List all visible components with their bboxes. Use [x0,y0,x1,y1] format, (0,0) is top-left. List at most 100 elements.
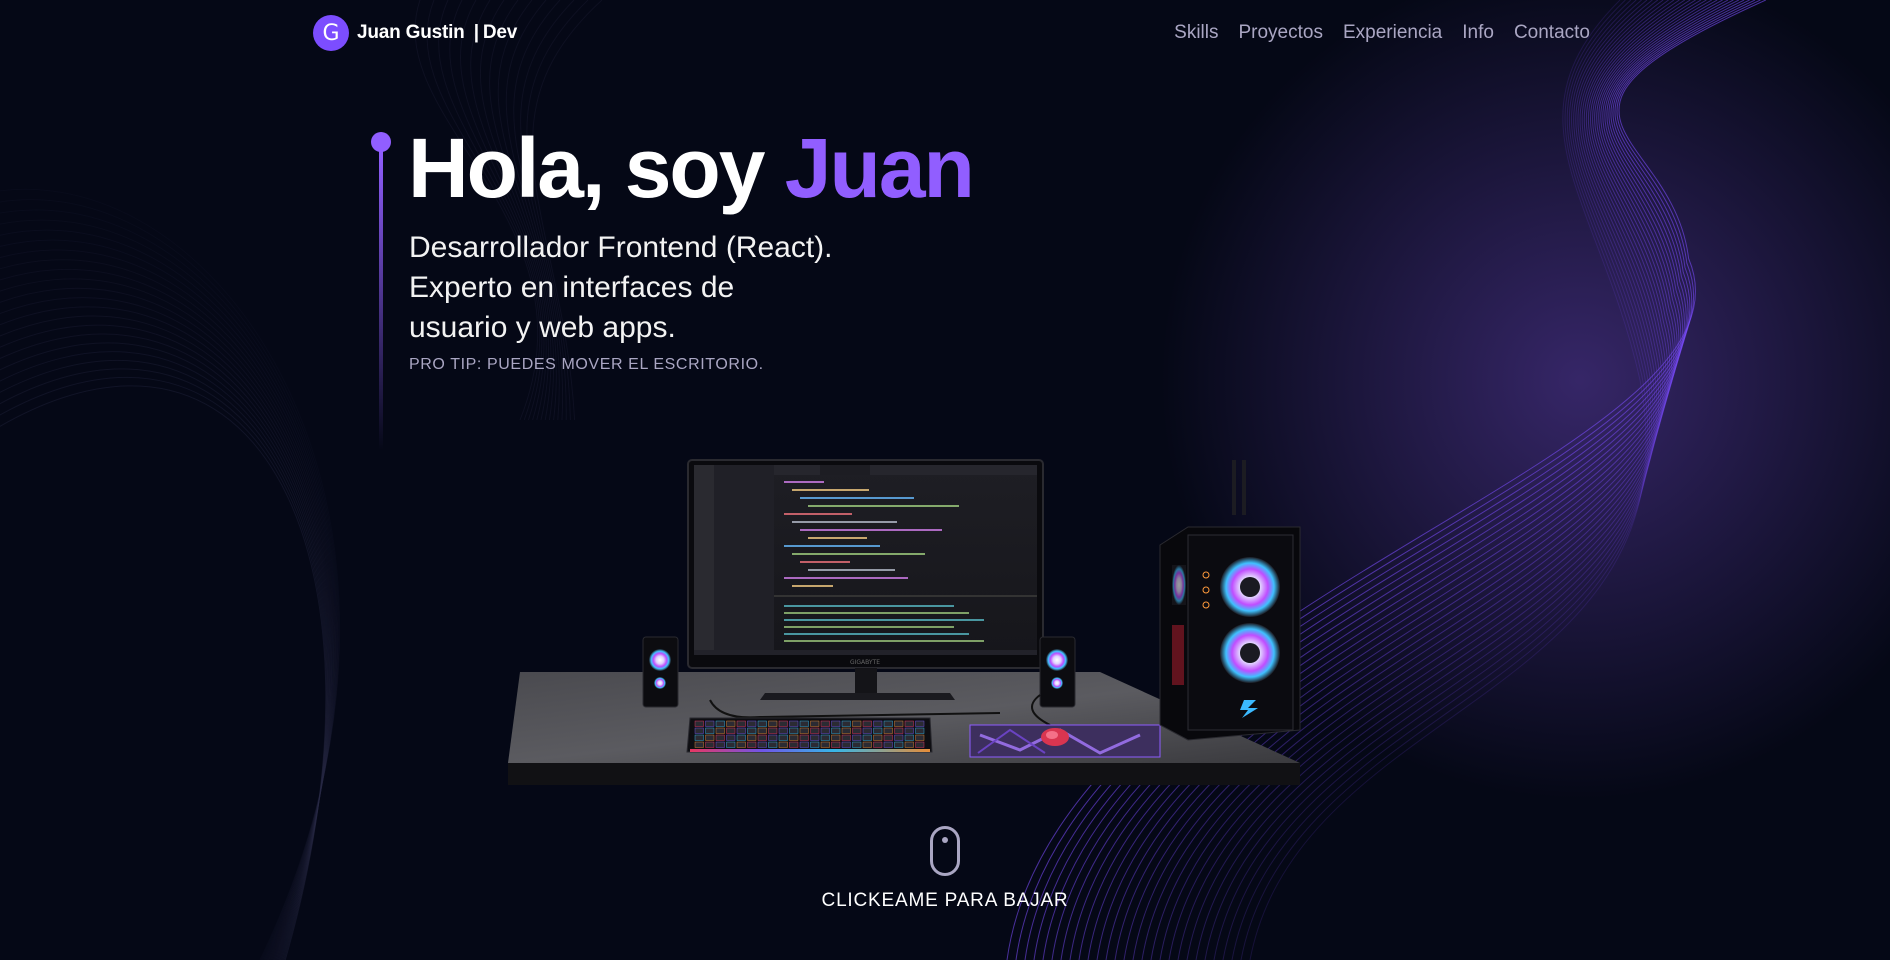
keyboard-key [820,727,830,734]
keyboard-key [810,741,820,748]
desk-3d-scene[interactable]: GIGABYTE [500,455,1420,815]
nav-link-contacto[interactable]: Contacto [1514,22,1590,44]
code-line [808,537,867,539]
nav-links: Skills Proyectos Experiencia Info Contac… [1174,22,1590,44]
terminal-line [784,633,969,635]
keyboard-key [894,720,904,727]
keyboard-key [778,727,788,734]
keyboard [686,717,933,753]
terminal-line [784,605,954,607]
keyboard-key [789,727,799,734]
brand-link[interactable]: G Juan Gustin | Dev [313,15,517,51]
keyboard-key [873,734,883,741]
keyboard-key [747,720,757,727]
code-line [792,521,897,523]
keyboard-key [757,727,767,734]
keyboard-key [841,727,851,734]
hero-subtitle: Desarrollador Frontend (React). Experto … [409,228,969,348]
nav-link-skills[interactable]: Skills [1174,22,1218,44]
keyboard-key [757,734,767,741]
keyboard-key [705,720,715,727]
keyboard-key [852,741,862,748]
code-line [800,529,942,531]
code-line [792,585,833,587]
nav-link-experiencia[interactable]: Experiencia [1343,22,1442,44]
nav-link-proyectos[interactable]: Proyectos [1238,22,1322,44]
keyboard-key [820,720,830,727]
keyboard-key [862,720,872,727]
keyboard-key [862,727,872,734]
code-line [808,505,959,507]
keyboard-key [768,734,778,741]
code-line [784,481,824,483]
keyboard-key [831,727,841,734]
keyboard-key [810,727,820,734]
mouse-wheel-dot [942,837,948,843]
scroll-down-cta[interactable]: CLICKEAME PARA BAJAR [0,826,1890,912]
right-speaker [1039,636,1076,708]
keyboard-key [736,720,746,727]
portfolio-page: G Juan Gustin | Dev Skills Proyectos Expe… [0,0,1890,960]
code-line [808,569,895,571]
pc-tower [1159,460,1301,741]
keyboard-key [894,727,904,734]
keyboard-key [904,734,914,741]
keyboard-key [736,727,746,734]
keyboard-key [831,741,841,748]
keyboard-key [768,720,778,727]
keyboard-key [705,741,715,748]
keyboard-key [799,734,809,741]
code-line [784,545,880,547]
mouse-scroll-icon[interactable] [930,826,960,876]
keyboard-key [799,720,809,727]
keyboard-key [789,741,799,748]
terminal-line [784,612,969,614]
keyboard-key [862,741,872,748]
keyboard-key [831,734,841,741]
keyboard-key [778,720,788,727]
keyboard-key [862,734,872,741]
keyboard-key [736,734,746,741]
hero-pro-tip: PRO TIP: PUEDES MOVER EL ESCRITORIO. [409,356,764,373]
code-line [800,561,850,563]
keyboard-key [789,720,799,727]
keyboard-key [789,734,799,741]
keyboard-key [736,741,746,748]
code-line [792,489,869,491]
keyboard-key [778,741,788,748]
keyboard-key [904,720,914,727]
hero-title: Hola, soy Juan [408,122,975,214]
keyboard-key [841,741,851,748]
hero-subtitle-line: usuario y web apps. [409,311,676,344]
keyboard-key [915,720,925,727]
monitor-brand-label: GIGABYTE [850,659,880,666]
code-line [784,577,908,579]
monitor: GIGABYTE [687,459,1044,700]
hero-subtitle-line: Experto en interfaces de [409,271,735,304]
brand-name-text: Juan Gustin [357,22,465,43]
keyboard-key [715,720,725,727]
code-line [792,553,925,555]
keyboard-key [873,720,883,727]
keyboard-key [894,734,904,741]
hero-accent-bar [379,150,383,450]
terminal-line [784,640,984,642]
keyboard-key [726,727,736,734]
keyboard-key [799,727,809,734]
hero-accent-line [371,132,391,452]
brand-name: Juan Gustin | Dev [357,22,517,44]
keyboard-key [726,720,736,727]
hero-accent-dot [371,132,391,152]
keyboard-key [873,741,883,748]
keyboard-key [747,727,757,734]
keyboard-key [852,727,862,734]
keyboard-key [757,720,767,727]
terminal-line [784,626,954,628]
brand-logo-icon: G [313,15,349,51]
keyboard-key [883,734,893,741]
keyboard-key [883,741,893,748]
nav-link-info[interactable]: Info [1462,22,1494,44]
keyboard-key [799,741,809,748]
keyboard-key [768,741,778,748]
hero-subtitle-line: Desarrollador Frontend (React). [409,231,833,264]
